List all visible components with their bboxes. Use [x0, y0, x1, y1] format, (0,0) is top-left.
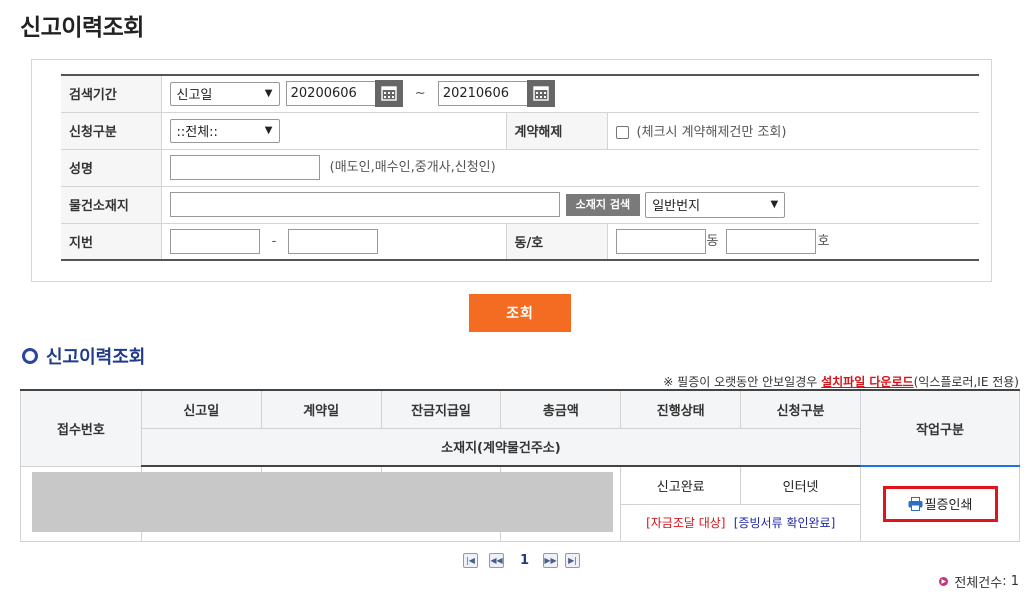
- results-section-title: 신고이력조회: [22, 343, 145, 369]
- search-form: 검색기간 신고일 ▼ 20200606 ~ 20210606 신청구분 ::전체:…: [61, 74, 979, 261]
- calendar-icon[interactable]: [526, 80, 555, 108]
- date-separator: ~: [414, 86, 426, 102]
- header-address: 소재지(계약물건주소): [140, 427, 862, 467]
- print-label: 필증인쇄: [924, 498, 973, 514]
- address-search-button[interactable]: 소재지 검색: [565, 193, 641, 216]
- chevron-right-icon: ▶: [939, 577, 949, 586]
- apply-type-label: 신청구분: [61, 111, 162, 150]
- name-label: 성명: [61, 148, 162, 187]
- pagination: |◀ ◀◀ 1 ▶▶ ▶|: [463, 553, 581, 568]
- dong-suffix: 동: [706, 233, 719, 249]
- header-contract-date: 계약일: [260, 389, 382, 429]
- address-type-select[interactable]: 일반번지 ▼: [645, 191, 786, 218]
- print-certificate-button[interactable]: 필증인쇄: [882, 485, 998, 522]
- installer-download-link[interactable]: 설치파일 다운로드: [821, 375, 914, 389]
- total-sep: :: [1002, 574, 1007, 589]
- lot-label: 지번: [61, 222, 162, 261]
- address-input[interactable]: [169, 192, 560, 217]
- apply-type-value: ::전체::: [176, 125, 218, 140]
- header-apply-type: 신청구분: [740, 389, 862, 429]
- chevron-down-icon: ▼: [264, 125, 273, 136]
- cancel-hint: (체크시 계약해제건만 조회): [636, 125, 787, 140]
- printer-icon: [908, 496, 923, 511]
- row-apply-type: 인터넷: [740, 465, 862, 505]
- total-label: 전체건수: [954, 576, 1003, 591]
- circle-bullet-icon: [22, 348, 38, 364]
- apply-type-select[interactable]: ::전체:: ▼: [169, 118, 280, 143]
- cancel-label: 계약해제: [505, 111, 608, 150]
- cancel-checkbox[interactable]: [615, 126, 629, 139]
- prev-page-icon[interactable]: ◀◀: [489, 553, 504, 568]
- lot-sub-input[interactable]: [288, 228, 379, 254]
- calendar-icon[interactable]: [374, 80, 403, 108]
- date-from-input[interactable]: 20200606: [285, 81, 376, 107]
- lot-main-input[interactable]: [169, 228, 260, 254]
- dong-input[interactable]: [615, 228, 706, 254]
- header-status: 진행상태: [620, 389, 742, 429]
- total-value: 1: [1010, 574, 1019, 589]
- lot-separator: -: [271, 233, 277, 249]
- period-type-value: 신고일: [176, 88, 213, 104]
- address-type-value: 일반번지: [652, 199, 701, 214]
- download-note: ※ 필증이 오랫동안 안보일경우 설치파일 다운로드(익스플로러,IE 전용): [663, 373, 1019, 390]
- chevron-down-icon: ▼: [770, 199, 779, 210]
- total-count: ▶ 전체건수: 1: [939, 572, 1019, 591]
- next-page-icon[interactable]: ▶▶: [543, 553, 559, 568]
- date-to-input[interactable]: 20210606: [437, 81, 528, 107]
- first-page-icon[interactable]: |◀: [463, 553, 478, 568]
- period-type-select[interactable]: 신고일 ▼: [169, 81, 280, 106]
- ho-input[interactable]: [726, 228, 817, 254]
- page-title: 신고이력조회: [20, 15, 144, 41]
- name-hint: (매도인,매수인,중개사,신청인): [329, 160, 496, 175]
- proof-tag: [증빙서류 확인완료]: [733, 516, 836, 530]
- address-label: 물건소재지: [61, 185, 162, 224]
- ho-suffix: 호: [817, 233, 830, 249]
- fund-tag: [자금조달 대상]: [646, 516, 726, 530]
- header-work: 작업구분: [860, 389, 1020, 467]
- header-receipt-no: 접수번호: [20, 389, 142, 467]
- header-total-amount: 총금액: [500, 389, 622, 429]
- results-section-label: 신고이력조회: [46, 347, 146, 368]
- chevron-down-icon: ▼: [264, 88, 273, 100]
- header-report-date: 신고일: [140, 389, 262, 429]
- dongho-label: 동/호: [505, 222, 608, 261]
- row-status: 신고완료: [620, 465, 742, 505]
- query-button[interactable]: 조회: [469, 294, 571, 332]
- last-page-icon[interactable]: ▶|: [565, 553, 581, 568]
- header-balance-date: 잔금지급일: [380, 389, 502, 429]
- note-prefix: ※ 필증이 오랫동안 안보일경우: [663, 375, 822, 389]
- note-suffix: (익스플로러,IE 전용): [913, 375, 1019, 389]
- period-label: 검색기간: [61, 74, 162, 113]
- page-number-current[interactable]: 1: [520, 553, 529, 568]
- redacted-block: [32, 472, 613, 532]
- name-input[interactable]: [169, 155, 320, 180]
